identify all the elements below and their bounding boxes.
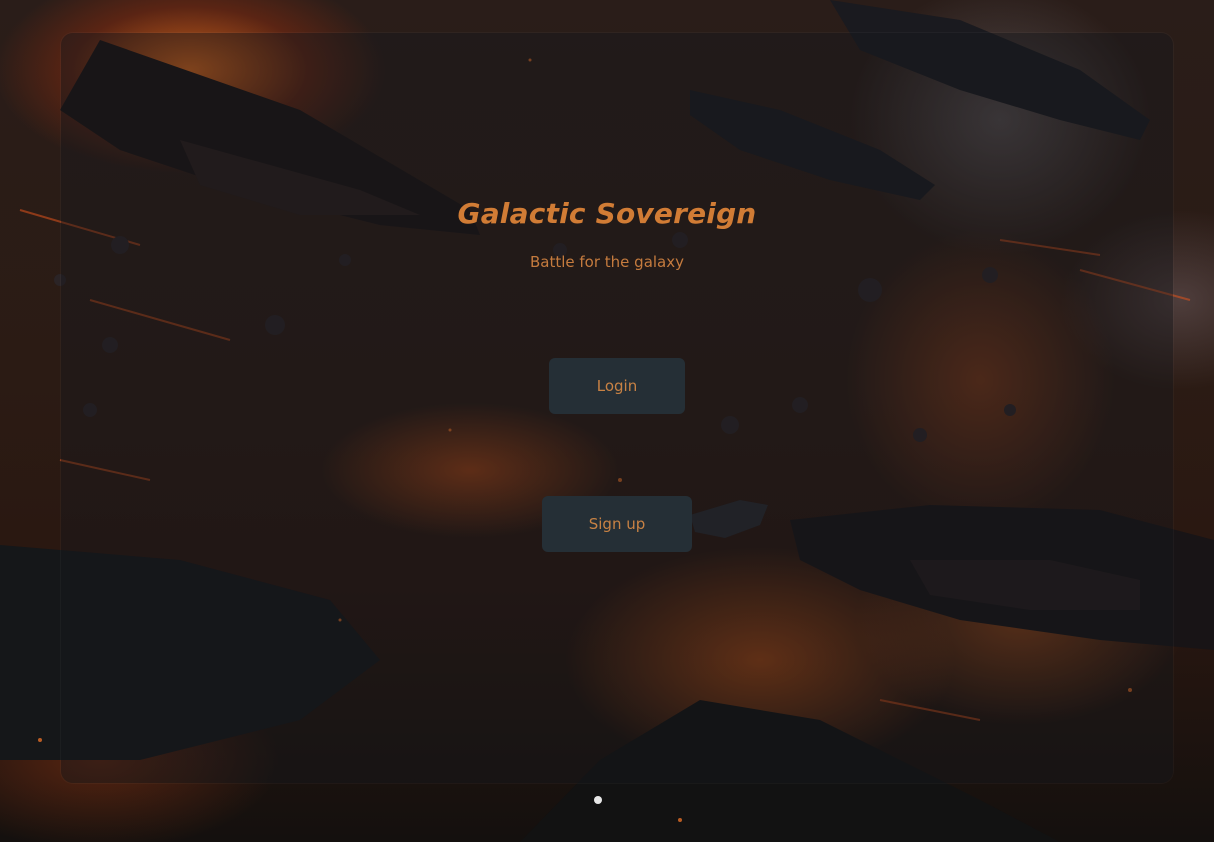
game-landing-screen: Galactic Sovereign Battle for the galaxy…: [0, 0, 1214, 842]
game-title: Galactic Sovereign: [457, 197, 757, 230]
bright-star: [594, 796, 602, 804]
signup-button[interactable]: Sign up: [542, 496, 692, 552]
game-subtitle: Battle for the galaxy: [529, 253, 684, 271]
login-button[interactable]: Login: [549, 358, 685, 414]
